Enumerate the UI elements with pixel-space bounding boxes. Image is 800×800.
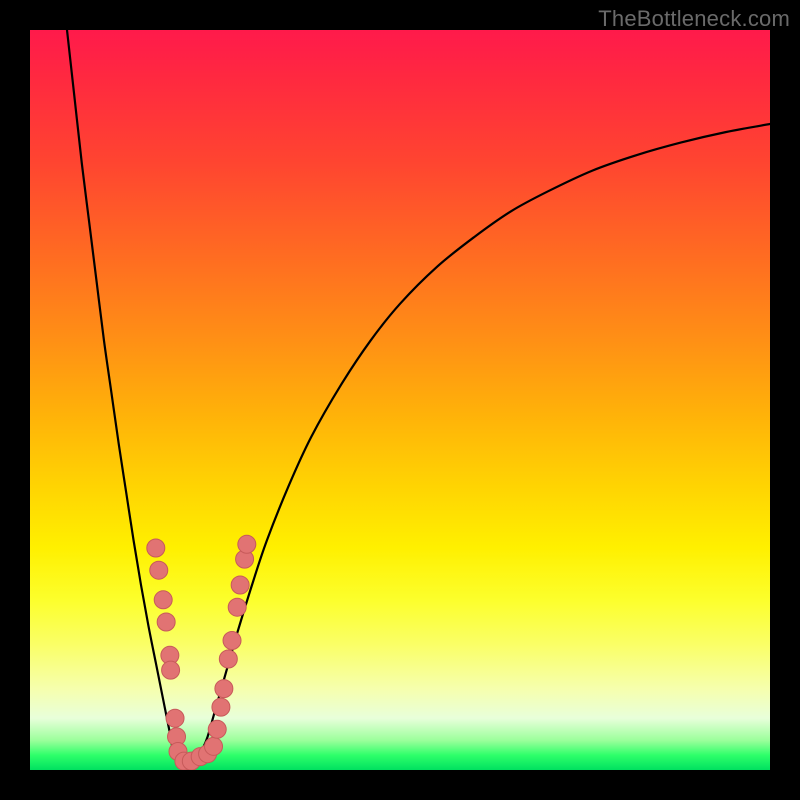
data-dot xyxy=(154,591,172,609)
data-dot xyxy=(166,709,184,727)
attribution-label: TheBottleneck.com xyxy=(598,6,790,32)
data-dot xyxy=(205,737,223,755)
data-dot xyxy=(147,539,165,557)
data-dot xyxy=(228,598,246,616)
data-dot xyxy=(157,613,175,631)
data-dot xyxy=(219,650,237,668)
data-dot xyxy=(208,720,226,738)
plot-svg xyxy=(30,30,770,770)
data-dot xyxy=(223,632,241,650)
data-dot xyxy=(215,680,233,698)
data-dot xyxy=(162,661,180,679)
data-dot xyxy=(238,535,256,553)
data-dot xyxy=(212,698,230,716)
data-dot xyxy=(150,561,168,579)
data-dot xyxy=(231,576,249,594)
curve-right-branch xyxy=(202,124,770,749)
chart-stage: TheBottleneck.com xyxy=(0,0,800,800)
data-dots-group xyxy=(147,535,256,770)
curve-left-branch xyxy=(67,30,173,752)
